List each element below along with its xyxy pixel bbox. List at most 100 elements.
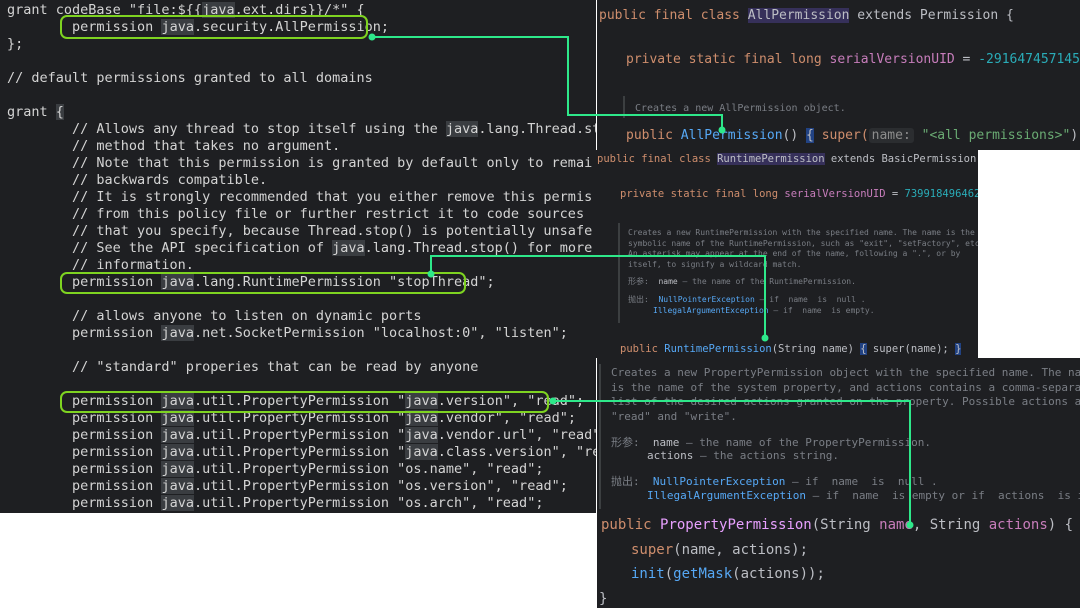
policy-line: permission java.util.PropertyPermission … [7,478,568,495]
property-permission-close-brace: } [599,591,608,607]
policy-token: permission [7,495,162,511]
policy-token: .util.PropertyPermission "os.version", "… [193,478,568,494]
policy-line: // method that takes no argument. [7,138,340,155]
policy-token: .vendor.url", "read"; [437,427,596,443]
policy-token-highlight: java [161,410,194,426]
all-permission-doc: Creates a new AllPermission object. [635,103,846,114]
policy-token: grant codeBase "file:${{ [7,2,203,18]
policy-token-highlight: java [161,274,194,290]
policy-token: permission [7,410,162,426]
policy-token: permission [7,461,162,477]
runtime-permission-doc: Creates a new RuntimePermission with the… [628,228,978,269]
policy-token: // Note that this permission is granted … [7,155,596,171]
policy-token: .lang.RuntimePermission "stopThread"; [193,274,495,290]
policy-token: // Allows any thread to stop itself usin… [7,121,446,137]
policy-token-highlight: java [405,393,438,409]
policy-line: permission java.util.PropertyPermission … [7,427,596,444]
property-permission-constructor: public PropertyPermission(String name, S… [601,517,1074,533]
runtime-permission-source[interactable]: public final class RuntimePermission ext… [593,150,978,358]
policy-line: // Allows any thread to stop itself usin… [7,121,596,138]
policy-token-highlight: java [161,325,194,341]
policy-token: // It is strongly recommended that you e… [7,189,596,205]
policy-token: .util.PropertyPermission " [193,410,406,426]
policy-line: }; [7,36,23,53]
policy-token: // from this policy file or further rest… [7,206,585,222]
policy-line: permission java.util.PropertyPermission … [7,495,543,512]
policy-line: // that you specify, because Thread.stop… [7,223,596,240]
policy-token: }; [7,36,24,52]
policy-token: .lang.Thread.stop() for more [364,240,593,256]
all-permission-doc-bar [623,96,625,118]
policy-line: permission java.net.SocketPermission "lo… [7,325,568,342]
policy-token: .util.PropertyPermission " [193,393,406,409]
policy-token-highlight: java [332,240,365,256]
runtime-permission-throws-1: 抛出: NullPointerException – if name is nu… [628,295,866,304]
all-permission-class-decl: public final class AllPermission extends… [599,8,1014,23]
policy-token: permission [7,427,162,443]
policy-token: permission [7,19,162,35]
policy-token: .vendor", "read"; [437,410,576,426]
policy-token: .lang.Thread.stop() [478,121,596,137]
property-permission-body-super: super(name, actions); [631,542,809,558]
property-permission-param-1: 形参: name – the name of the PropertyPermi… [611,436,932,449]
property-permission-throws-2: IllegalArgumentException – if name is em… [647,489,1080,502]
policy-line: permission java.util.PropertyPermission … [7,410,576,427]
policy-token-highlight: java [161,495,194,511]
policy-file-editor[interactable]: grant codeBase "file:${{java.ext.dirs}}/… [0,0,596,513]
policy-token: .net.SocketPermission "localhost:0", "li… [193,325,568,341]
policy-line: permission java.lang.RuntimePermission "… [7,274,495,291]
policy-token: // See the API specification of [7,240,333,256]
policy-line: grant codeBase "file:${{java.ext.dirs}}/… [7,2,365,19]
policy-token-highlight: java [202,2,235,18]
policy-line: permission java.util.PropertyPermission … [7,393,584,410]
policy-token: .version", "read"; [437,393,585,409]
all-permission-serial-field: private static final long serialVersionU… [626,52,1080,67]
policy-token: permission [7,393,162,409]
policy-token: // that you specify, because Thread.stop… [7,223,596,239]
policy-token: .security.AllPermission; [193,19,390,35]
policy-token-highlight: java [161,444,194,460]
policy-token-highlight: java [161,393,194,409]
policy-token: // default permissions granted to all do… [7,70,373,86]
property-permission-source[interactable]: Creates a new PropertyPermission object … [597,358,1080,608]
policy-token-highlight: java [405,410,438,426]
all-permission-constructor: public AllPermission() { super(name: "<a… [626,128,1080,143]
policy-token-highlight: java [405,427,438,443]
policy-token: .class.version", "read"; [437,444,596,460]
policy-token: // allows anyone to listen on dynamic po… [7,308,422,324]
policy-token: // information. [7,257,194,273]
policy-token-highlight: java [405,444,438,460]
policy-token: // "standard" properies that can be read… [7,359,479,375]
policy-token-highlight: { [55,104,64,120]
policy-token-highlight: java [161,461,194,477]
policy-token-highlight: java [161,478,194,494]
policy-token: .util.PropertyPermission " [193,427,406,443]
runtime-permission-constructor: public RuntimePermission(String name) { … [620,343,962,355]
policy-token: permission [7,325,162,341]
policy-line: // Note that this permission is granted … [7,155,596,172]
policy-token-highlight: java [161,427,194,443]
property-permission-throws-1: 抛出: NullPointerException – if name is nu… [611,475,938,488]
runtime-permission-class-decl: public final class RuntimePermission ext… [597,153,978,165]
policy-line: // See the API specification of java.lan… [7,240,592,257]
policy-token: grant [7,104,56,120]
policy-token: permission [7,444,162,460]
property-permission-param-2: actions – the actions string. [647,449,840,462]
policy-line: // default permissions granted to all do… [7,70,373,87]
policy-line: permission java.util.PropertyPermission … [7,444,596,461]
policy-token: // backwards compatible. [7,172,268,188]
policy-token: permission [7,274,162,290]
property-permission-body-init: init(getMask(actions)); [631,566,825,582]
runtime-permission-param: 形参: name – the name of the RuntimePermis… [628,277,856,286]
property-permission-doc: Creates a new PropertyPermission object … [611,366,1080,423]
policy-line: permission java.util.PropertyPermission … [7,461,543,478]
policy-token: .util.PropertyPermission "os.name", "rea… [193,461,544,477]
policy-token-highlight: java [161,19,194,35]
policy-token: // method that takes no argument. [7,138,341,154]
policy-line: // backwards compatible. [7,172,267,189]
policy-token: .util.PropertyPermission "os.arch", "rea… [193,495,544,511]
runtime-permission-doc-bar [618,223,620,323]
policy-line: // from this policy file or further rest… [7,206,584,223]
all-permission-source[interactable]: public final class AllPermission extends… [597,0,1080,150]
policy-token: .util.PropertyPermission " [193,444,406,460]
